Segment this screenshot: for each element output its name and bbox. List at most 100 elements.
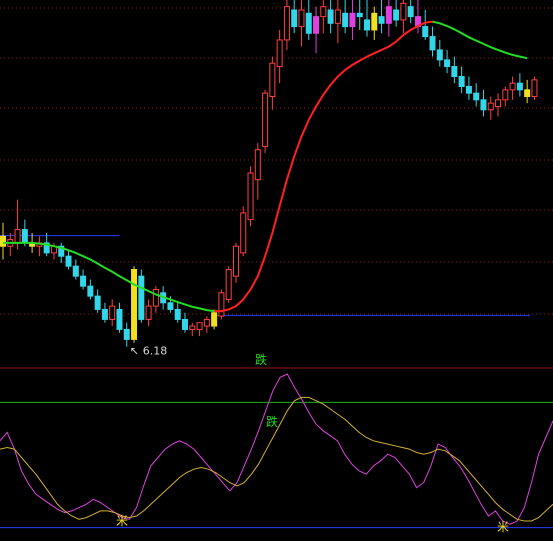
- candle: [502, 86, 509, 107]
- candle-body: [305, 12, 312, 34]
- low-price-label: 6.18: [143, 345, 168, 358]
- candle-body: [349, 12, 356, 28]
- candle: [414, 0, 421, 34]
- candle: [269, 56, 276, 110]
- candle-body: [313, 16, 320, 34]
- candlesticks: [0, 0, 538, 347]
- candle-body: [378, 16, 385, 24]
- candle-body: [385, 6, 392, 24]
- candle: [473, 83, 480, 107]
- candle-body: [524, 89, 531, 97]
- candle-body: [327, 9, 334, 24]
- candle: [429, 26, 436, 57]
- candle: [152, 286, 159, 313]
- candle-body: [291, 9, 298, 28]
- ma-segment-rising: [214, 20, 433, 313]
- candle: [109, 299, 116, 327]
- candle: [87, 279, 94, 300]
- candle: [495, 93, 502, 117]
- candle: [487, 96, 494, 120]
- candle-body: [320, 6, 327, 18]
- candle-body: [196, 322, 203, 330]
- candle-body: [189, 325, 196, 330]
- candle: [80, 269, 87, 290]
- candle-body: [145, 305, 152, 320]
- candle-body: [167, 302, 174, 310]
- candle: [436, 39, 443, 67]
- candle: [364, 0, 370, 37]
- candle-body: [174, 308, 181, 320]
- candle: [247, 166, 254, 227]
- candle: [276, 29, 283, 84]
- candle-body: [65, 255, 72, 267]
- candle: [298, 0, 305, 47]
- candle-body: [422, 26, 429, 38]
- candle-body: [247, 172, 254, 221]
- candle: [101, 302, 108, 323]
- candle-body: [152, 288, 159, 307]
- candle: [305, 0, 312, 40]
- candle-body: [371, 12, 378, 31]
- candle: [131, 266, 138, 343]
- candle-body: [473, 92, 480, 101]
- candle-body: [116, 308, 123, 330]
- candle-body: [516, 82, 523, 91]
- candle-body: [436, 49, 443, 61]
- candle: [451, 56, 458, 84]
- candle: [320, 0, 327, 34]
- candle-body: [14, 229, 21, 244]
- candle: [291, 0, 298, 34]
- candle: [211, 309, 218, 330]
- candle-body: [232, 245, 239, 277]
- candle-body: [487, 102, 494, 111]
- candle: [232, 242, 239, 283]
- candle: [123, 322, 130, 347]
- candle-body: [342, 12, 349, 28]
- candle-body: [254, 149, 261, 181]
- candle-body: [109, 305, 116, 320]
- candle: [371, 6, 378, 40]
- candle: [283, 0, 290, 50]
- candle: [313, 6, 320, 54]
- candle-body: [429, 36, 436, 51]
- candle: [327, 0, 334, 34]
- candle-body: [393, 9, 400, 21]
- candle-body: [131, 269, 138, 340]
- candle-body: [80, 275, 87, 287]
- candle: [334, 0, 341, 44]
- candle: [189, 322, 196, 337]
- candle-body: [218, 292, 225, 317]
- candle: [480, 89, 487, 117]
- candle: [174, 302, 181, 323]
- candle: [240, 206, 247, 257]
- candle-body: [283, 6, 290, 41]
- candle: [7, 232, 14, 257]
- candle: [509, 76, 516, 100]
- candle: [385, 0, 392, 37]
- candle: [342, 0, 349, 34]
- ma-segment-falling: [3, 241, 215, 313]
- buy-signal-star-2: 米: [497, 520, 509, 534]
- candle: [262, 89, 269, 154]
- candle-body: [276, 39, 283, 68]
- candle: [196, 322, 203, 337]
- candle-body: [182, 318, 188, 330]
- candle-body: [240, 212, 247, 254]
- candle: [407, 0, 414, 24]
- annotations: 6.18 ↖ 跌 跌 米 米: [116, 345, 509, 534]
- candle-body: [298, 9, 305, 28]
- candle-body: [451, 66, 458, 78]
- candle: [444, 49, 451, 74]
- candle: [516, 73, 523, 97]
- candle-body: [21, 229, 28, 244]
- candle-body: [364, 19, 370, 31]
- candle: [0, 222, 6, 260]
- candle-body: [444, 59, 451, 68]
- candle-body: [334, 9, 341, 24]
- candle-body: [101, 308, 108, 320]
- candle-body: [407, 6, 414, 18]
- candle: [531, 76, 538, 100]
- candle: [378, 0, 385, 34]
- candle: [225, 266, 232, 303]
- candle-body: [495, 99, 502, 107]
